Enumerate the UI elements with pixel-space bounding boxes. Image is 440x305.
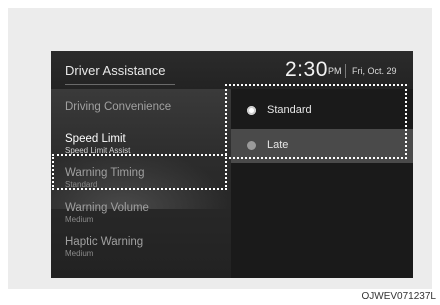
- clock-date: Fri, Oct. 29: [352, 66, 397, 76]
- clock-time: 2:30: [285, 58, 328, 81]
- figure-code: OJWEV071237L: [361, 291, 437, 302]
- menu-item-value: Medium: [65, 215, 94, 224]
- clock-ampm: PM: [328, 66, 342, 76]
- menu-item-label: Haptic Warning: [65, 236, 144, 248]
- menu-item-haptic-warning[interactable]: Haptic Warning Medium: [65, 236, 143, 258]
- menu-item-label: Warning Volume: [65, 202, 149, 214]
- page-title: Driver Assistance: [65, 63, 166, 78]
- title-underline: [65, 84, 175, 85]
- menu-item-label: Speed Limit: [65, 133, 126, 145]
- highlight-warning-timing: [52, 154, 227, 190]
- menu-item-warning-volume[interactable]: Warning Volume Medium: [65, 202, 149, 224]
- highlight-options: [225, 84, 407, 159]
- menu-item-value: Medium: [65, 249, 94, 258]
- menu-item-driving-convenience[interactable]: Driving Convenience: [65, 101, 171, 113]
- figure-panel: Driver Assistance 2:30 PM Fri, Oct. 29 D…: [8, 8, 432, 289]
- menu-item-label: Driving Convenience: [65, 101, 172, 113]
- menu-item-speed-limit[interactable]: Speed Limit Speed Limit Assist: [65, 133, 130, 155]
- header-divider: [345, 64, 346, 78]
